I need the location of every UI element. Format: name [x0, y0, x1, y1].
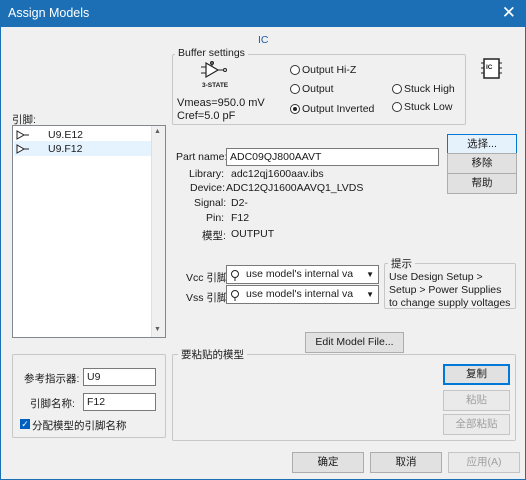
- chevron-down-icon: ▼: [366, 290, 374, 299]
- radio-output-inverted[interactable]: Output Inverted: [290, 103, 374, 115]
- paste-button[interactable]: 粘贴: [443, 390, 510, 411]
- radio-indicator[interactable]: [290, 104, 300, 114]
- hint-text: Use Design Setup > Setup > Power Supplie…: [389, 271, 511, 309]
- power-pin-icon: [231, 290, 239, 301]
- ref-designator-label: 参考指示器:: [24, 373, 80, 385]
- window-title: Assign Models: [8, 6, 90, 20]
- radio-label: Output Hi-Z: [302, 64, 357, 76]
- select-button[interactable]: 选择...: [447, 134, 517, 155]
- scroll-down-icon[interactable]: ▼: [154, 326, 161, 333]
- three-state-buffer-icon: [201, 61, 227, 79]
- remove-button[interactable]: 移除: [447, 153, 517, 174]
- assign-pin-name-label: 分配模型的引脚名称: [32, 420, 127, 432]
- vss-pin-label: Vss 引脚:: [186, 292, 231, 304]
- pin-icon: [16, 143, 29, 154]
- ic-chip-icon: IC: [481, 57, 502, 80]
- radio-label: Stuck Low: [404, 101, 453, 113]
- copy-button[interactable]: 复制: [443, 364, 510, 385]
- scroll-up-icon[interactable]: ▲: [154, 128, 161, 135]
- assign-pin-name-checkbox[interactable]: ✓: [20, 419, 30, 429]
- list-item[interactable]: U9.E12: [14, 127, 151, 142]
- signal-label: Signal:: [194, 197, 227, 209]
- chevron-down-icon: ▼: [366, 270, 374, 279]
- radio-label: Output: [302, 83, 334, 95]
- radio-label: Stuck High: [404, 83, 455, 95]
- radio-stuck-low[interactable]: Stuck Low: [392, 101, 452, 113]
- library-value: adc12qj1600aav.ibs: [231, 168, 324, 180]
- title-bar: Assign Models ✕: [0, 0, 526, 27]
- device-value: ADC12QJ1600AAVQ1_LVDS: [226, 182, 364, 194]
- power-pin-icon: [231, 270, 239, 281]
- cref-text: Cref=5.0 pF: [177, 110, 236, 122]
- ic-caption: IC: [258, 34, 269, 46]
- vcc-pin-select[interactable]: use model's internal va ▼: [226, 265, 379, 284]
- help-button[interactable]: 帮助: [447, 173, 517, 194]
- pin-name: U9.F12: [48, 142, 83, 155]
- pin-name-label: 引脚名称:: [30, 398, 75, 410]
- part-name-field[interactable]: ADC09QJ800AAVT: [226, 148, 439, 166]
- pin-name: U9.E12: [48, 128, 84, 141]
- vmeas-text: Vmeas=950.0 mV: [177, 97, 265, 109]
- pins-listbox[interactable]: U9.E12 U9.F12 ▲ ▼: [12, 125, 166, 338]
- radio-indicator[interactable]: [290, 65, 300, 75]
- radio-indicator[interactable]: [392, 102, 402, 112]
- vss-pin-select[interactable]: use model's internal va ▼: [226, 285, 379, 304]
- radio-stuck-high[interactable]: Stuck High: [392, 83, 455, 95]
- ic-chip-label: IC: [486, 64, 493, 71]
- library-label: Library:: [189, 168, 225, 180]
- vcc-pin-label: Vcc 引脚:: [186, 272, 231, 284]
- radio-output-hi-z[interactable]: Output Hi-Z: [290, 64, 356, 76]
- part-name-label: Part name:: [176, 151, 228, 163]
- radio-label: Output Inverted: [302, 103, 375, 115]
- pin-icon: [16, 129, 29, 140]
- hint-legend: 提示: [388, 256, 415, 271]
- radio-indicator[interactable]: [290, 84, 300, 94]
- radio-indicator[interactable]: [392, 84, 402, 94]
- pins-scrollbar[interactable]: ▲ ▼: [151, 126, 165, 337]
- list-item[interactable]: U9.F12: [14, 141, 151, 156]
- ref-designator-field[interactable]: U9: [83, 368, 156, 386]
- pin-value: F12: [231, 212, 250, 224]
- vss-pin-value: use model's internal va: [246, 288, 354, 300]
- pin-name-field[interactable]: F12: [83, 393, 156, 411]
- paste-models-legend: 要粘贴的模型: [178, 347, 247, 362]
- device-label: Device:: [190, 182, 226, 194]
- close-icon[interactable]: ✕: [502, 3, 516, 22]
- pin-label: Pin:: [206, 212, 225, 224]
- apply-button[interactable]: 应用(A): [448, 452, 520, 473]
- paste-all-button[interactable]: 全部粘贴: [443, 414, 510, 435]
- radio-output[interactable]: Output: [290, 83, 334, 95]
- three-state-caption: 3-STATE: [202, 82, 229, 89]
- model-value: OUTPUT: [231, 228, 275, 240]
- buffer-settings-legend: Buffer settings: [175, 47, 248, 59]
- vcc-pin-value: use model's internal va: [246, 268, 354, 280]
- model-label: 模型:: [202, 230, 226, 242]
- cancel-button[interactable]: 取消: [370, 452, 442, 473]
- signal-value: D2-: [231, 197, 248, 209]
- edit-model-file-button[interactable]: Edit Model File...: [305, 332, 404, 353]
- ok-button[interactable]: 确定: [292, 452, 364, 473]
